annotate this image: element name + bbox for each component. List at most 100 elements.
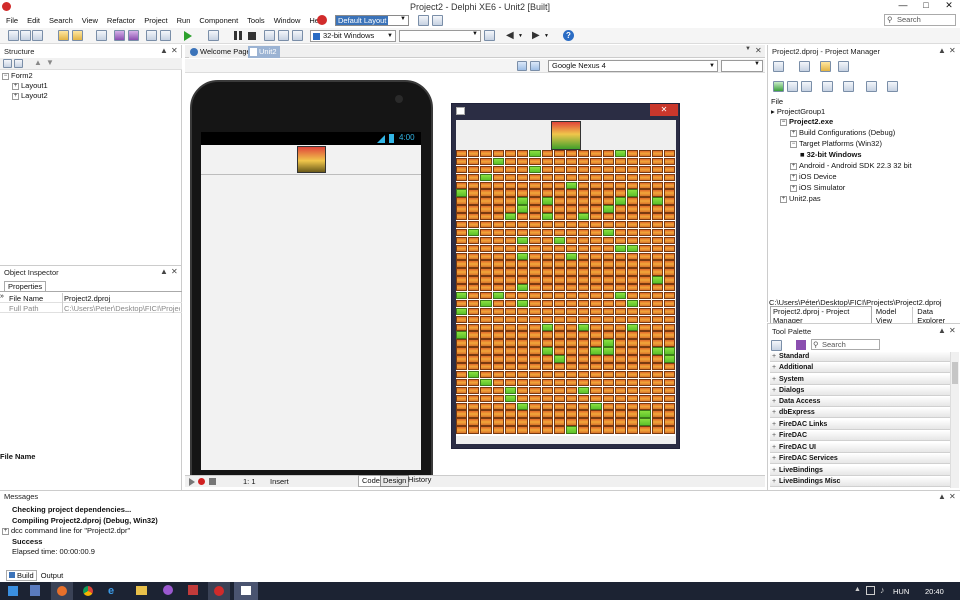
grid-cell[interactable] xyxy=(614,197,627,205)
grid-cell[interactable] xyxy=(517,260,529,268)
grid-cell[interactable] xyxy=(504,323,517,331)
grid-cell[interactable] xyxy=(456,394,468,402)
build-tab[interactable]: Build xyxy=(6,569,37,581)
grid-cell[interactable] xyxy=(590,173,602,182)
grid-cell[interactable] xyxy=(541,418,553,426)
grid-cell[interactable] xyxy=(504,402,517,410)
grid-cell[interactable] xyxy=(651,339,663,347)
stop-record-icon[interactable] xyxy=(209,478,216,485)
compile-icon[interactable] xyxy=(843,81,854,92)
style-select[interactable]: ▼ xyxy=(721,60,763,72)
grid-cell[interactable] xyxy=(480,260,492,268)
taskbar-firefox-icon[interactable] xyxy=(51,582,73,600)
menu-run[interactable]: Run xyxy=(177,16,191,25)
grid-cell[interactable] xyxy=(492,260,504,268)
grid-cell[interactable] xyxy=(602,426,614,434)
grid-cell[interactable] xyxy=(529,378,541,387)
platform-select[interactable]: 32-bit Windows ▼ xyxy=(310,30,396,42)
grid-cell[interactable] xyxy=(663,426,675,434)
grid-cell[interactable] xyxy=(480,363,492,371)
grid-cell[interactable] xyxy=(553,363,565,371)
step-over-icon[interactable] xyxy=(278,30,289,41)
grid-cell[interactable] xyxy=(541,236,553,245)
taskbar-save-icon[interactable] xyxy=(30,585,40,596)
grid-cell[interactable] xyxy=(456,205,468,213)
grid-cell[interactable] xyxy=(529,394,541,402)
grid-cell[interactable] xyxy=(468,386,480,395)
run-without-debug-icon[interactable] xyxy=(208,30,219,41)
orientation-icon[interactable] xyxy=(530,61,540,71)
grid-cell[interactable] xyxy=(578,386,590,395)
grid-cell[interactable] xyxy=(541,173,553,182)
grid-cell[interactable] xyxy=(480,205,492,213)
grid-cell[interactable] xyxy=(602,323,614,331)
grid-cell[interactable] xyxy=(578,260,590,268)
grid-cell[interactable] xyxy=(553,347,565,355)
grid-cell[interactable] xyxy=(541,331,553,339)
grid-cell[interactable] xyxy=(517,394,529,402)
grid-cell[interactable] xyxy=(492,276,504,284)
grid-cell[interactable] xyxy=(578,205,590,213)
grid-cell[interactable] xyxy=(565,157,578,166)
grid-cell[interactable] xyxy=(590,213,602,221)
grid-cell[interactable] xyxy=(517,268,529,276)
device-icon[interactable] xyxy=(484,30,495,41)
grid-cell[interactable] xyxy=(578,410,590,418)
grid-cell[interactable] xyxy=(639,299,651,308)
grid-cell[interactable] xyxy=(590,260,602,268)
form-close-button[interactable]: ✕ xyxy=(650,104,678,116)
grid-cell[interactable] xyxy=(553,355,565,363)
add-file-icon[interactable] xyxy=(146,30,157,41)
grid-cell[interactable] xyxy=(590,386,602,395)
grid-cell[interactable] xyxy=(651,236,663,245)
grid-cell[interactable] xyxy=(578,315,590,324)
grid-cell[interactable] xyxy=(614,402,627,410)
grid-cell[interactable] xyxy=(651,323,663,331)
tray-volume-icon[interactable]: ♪ xyxy=(880,585,885,595)
taskbar-ie-icon[interactable]: e xyxy=(108,585,114,597)
property-row[interactable]: » File Name Project2.dproj xyxy=(0,293,182,303)
minimize-button[interactable]: — xyxy=(893,0,913,12)
grid-cell[interactable] xyxy=(565,236,578,245)
grid-cell[interactable] xyxy=(541,268,553,276)
new-form-icon[interactable] xyxy=(32,30,43,41)
grid-cell[interactable] xyxy=(565,363,578,371)
grid-cell[interactable] xyxy=(553,339,565,347)
palette-category[interactable]: Standard xyxy=(770,352,950,362)
grid-cell[interactable] xyxy=(565,323,578,331)
grid-cell[interactable] xyxy=(468,189,480,197)
palette-category[interactable]: Data Access xyxy=(770,397,950,407)
grid-cell[interactable] xyxy=(651,402,663,410)
grid-cell[interactable] xyxy=(565,339,578,347)
ide-search-input[interactable]: ⚲ Search xyxy=(884,14,956,26)
grid-cell[interactable] xyxy=(529,339,541,347)
grid-cell[interactable] xyxy=(468,252,480,260)
grid-cell[interactable] xyxy=(639,363,651,371)
grid-cell[interactable] xyxy=(529,418,541,426)
grid-cell[interactable] xyxy=(590,189,602,197)
grid-cell[interactable] xyxy=(627,292,639,300)
grid-cell[interactable] xyxy=(663,165,675,174)
tree-item-ios-device[interactable]: + iOS Device xyxy=(790,172,837,182)
grid-cell[interactable] xyxy=(627,394,639,402)
grid-cell[interactable] xyxy=(468,284,480,292)
sync-icon[interactable] xyxy=(773,81,784,92)
grid-cell[interactable] xyxy=(529,402,541,410)
grid-cell[interactable] xyxy=(627,197,639,205)
grid-cell[interactable] xyxy=(492,386,504,395)
grid-cell[interactable] xyxy=(590,363,602,371)
grid-cell[interactable] xyxy=(529,315,541,324)
grid-cell[interactable] xyxy=(480,268,492,276)
grid-cell[interactable] xyxy=(565,394,578,402)
grid-cell[interactable] xyxy=(578,244,590,253)
grid-cell[interactable] xyxy=(614,244,627,253)
grid-cell[interactable] xyxy=(492,150,504,158)
grid-cell[interactable] xyxy=(529,386,541,395)
grid-cell[interactable] xyxy=(651,189,663,197)
grid-cell[interactable] xyxy=(456,347,468,355)
grid-cell[interactable] xyxy=(639,197,651,205)
grid-cell[interactable] xyxy=(627,236,639,245)
grid-cell[interactable] xyxy=(651,307,663,316)
grid-cell[interactable] xyxy=(456,402,468,410)
grid-cell[interactable] xyxy=(553,323,565,331)
